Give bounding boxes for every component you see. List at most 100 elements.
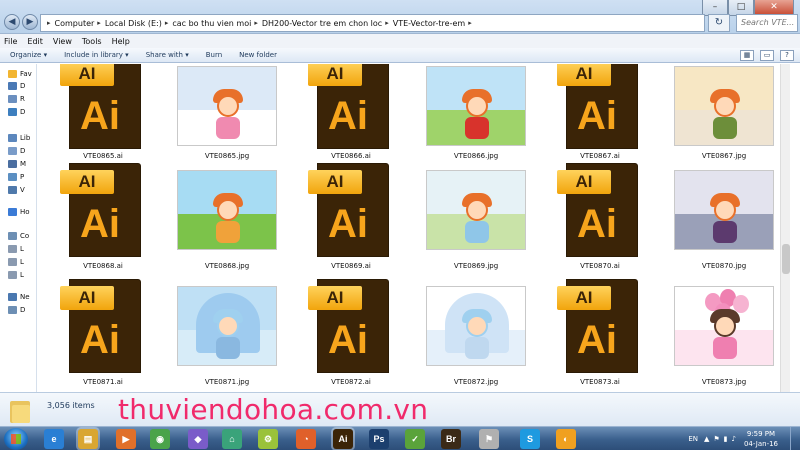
flag-icon[interactable]: ⚑	[713, 435, 719, 443]
jpg-file-item[interactable]: VTE0870.jpg	[669, 164, 779, 274]
media-player-icon[interactable]: ▶	[116, 429, 136, 449]
nav-item[interactable]: D	[8, 306, 25, 314]
nav-item[interactable]: Fav	[8, 70, 32, 78]
image-thumbnail	[177, 286, 277, 366]
jpg-file-item[interactable]: VTE0867.jpg	[669, 64, 779, 166]
illustrator-file-icon: AI Ai	[308, 164, 388, 256]
ie-icon[interactable]: e	[44, 429, 64, 449]
nav-item[interactable]: Co	[8, 232, 29, 240]
ai-logo-text: Ai	[577, 202, 617, 246]
jpg-file-item[interactable]: VTE0869.jpg	[421, 164, 531, 274]
drive-icon	[8, 271, 17, 279]
menu-edit[interactable]: Edit	[27, 37, 43, 46]
ai-file-item[interactable]: AI Ai VTE0870.ai	[545, 164, 655, 274]
firefox-icon[interactable]: ◔	[296, 429, 316, 449]
ai-file-item[interactable]: AI Ai VTE0869.ai	[296, 164, 406, 274]
nav-item-label: D	[20, 82, 26, 90]
help-icon[interactable]: ?	[780, 50, 794, 61]
chevron-right-icon[interactable]: ▸	[97, 19, 101, 27]
jpg-file-item[interactable]: VTE0873.jpg	[669, 280, 779, 390]
refresh-button[interactable]: ↻	[708, 14, 730, 32]
back-button[interactable]: ◀	[4, 14, 20, 30]
breadcrumb-drive[interactable]: Local Disk (E:)	[105, 19, 162, 28]
scrollbar-thumb[interactable]	[782, 244, 790, 274]
new-folder-button[interactable]: New folder	[239, 51, 277, 59]
app-icon-3[interactable]: ⚙	[258, 429, 278, 449]
tray-arrow-icon[interactable]: ▲	[704, 435, 709, 443]
nav-item[interactable]: M	[8, 160, 26, 168]
share-with-button[interactable]: Share with ▾	[146, 51, 189, 59]
ai-file-item[interactable]: AI Ai VTE0867.ai	[545, 64, 655, 166]
breadcrumb-computer[interactable]: Computer	[55, 19, 95, 28]
photoshop-icon[interactable]: Ps	[369, 429, 389, 449]
show-desktop-button[interactable]	[790, 427, 800, 450]
menu-view[interactable]: View	[53, 37, 72, 46]
nav-item[interactable]: L	[8, 258, 24, 266]
app-icon[interactable]: ◆	[188, 429, 208, 449]
search-input[interactable]: Search VTE...	[736, 14, 798, 32]
ai-logo-text: Ai	[80, 94, 120, 138]
breadcrumb-current[interactable]: VTE-Vector-tre-em	[393, 19, 465, 28]
menu-file[interactable]: File	[4, 37, 17, 46]
chevron-right-icon[interactable]: ▸	[165, 19, 169, 27]
nav-item[interactable]: L	[8, 245, 24, 253]
burn-button[interactable]: Burn	[206, 51, 222, 59]
ai-file-item[interactable]: AI Ai VTE0866.ai	[296, 64, 406, 166]
breadcrumb-folder-2[interactable]: DH200-Vector tre em chon loc	[262, 19, 382, 28]
nav-item[interactable]: D	[8, 82, 25, 90]
vertical-scrollbar[interactable]	[780, 64, 790, 392]
jpg-file-item[interactable]: VTE0866.jpg	[421, 64, 531, 166]
nav-item[interactable]: D	[8, 147, 25, 155]
language-indicator[interactable]: EN	[688, 435, 698, 443]
jpg-file-item[interactable]: VTE0865.jpg	[172, 64, 282, 166]
clock[interactable]: 9:59 PM 04-Jan-16	[744, 429, 778, 449]
breadcrumb-folder-1[interactable]: cac bo thu vien moi	[172, 19, 251, 28]
nav-item[interactable]: Ne	[8, 293, 30, 301]
nav-item[interactable]: R	[8, 95, 25, 103]
start-button[interactable]	[4, 428, 28, 450]
ai-tab-label: AI	[557, 64, 611, 86]
organize-button[interactable]: Organize ▾	[10, 51, 47, 59]
nav-item[interactable]: Lib	[8, 134, 30, 142]
preview-pane-icon[interactable]: ▭	[760, 50, 774, 61]
ai-file-item[interactable]: AI Ai VTE0873.ai	[545, 280, 655, 390]
jpg-file-item[interactable]: VTE0872.jpg	[421, 280, 531, 390]
nav-item[interactable]: D	[8, 108, 25, 116]
chevron-right-icon[interactable]: ▸	[385, 19, 389, 27]
menu-help[interactable]: Help	[112, 37, 130, 46]
star-icon	[8, 70, 17, 78]
chevron-right-icon[interactable]: ▸	[254, 19, 258, 27]
nav-item[interactable]: Ho	[8, 208, 30, 216]
illustrator-icon[interactable]: Ai	[333, 429, 353, 449]
ai-file-item[interactable]: AI Ai VTE0868.ai	[48, 164, 158, 274]
jpg-file-item[interactable]: VTE0871.jpg	[172, 280, 282, 390]
ai-file-item[interactable]: AI Ai VTE0865.ai	[48, 64, 158, 166]
chevron-right-icon[interactable]: ▸	[468, 19, 472, 27]
include-in-library-button[interactable]: Include in library ▾	[64, 51, 129, 59]
ai-file-item[interactable]: AI Ai VTE0872.ai	[296, 280, 406, 390]
app-icon-2[interactable]: ⌂	[222, 429, 242, 449]
volume-icon[interactable]: ♪	[732, 435, 736, 443]
app-icon-6[interactable]: ◐	[556, 429, 576, 449]
app-icon-5[interactable]: ⚑	[479, 429, 499, 449]
nav-item[interactable]: L	[8, 271, 24, 279]
ai-tab-label: AI	[557, 170, 611, 194]
file-name: VTE0870.ai	[580, 262, 620, 270]
bridge-icon[interactable]: Br	[441, 429, 461, 449]
ai-file-item[interactable]: AI Ai VTE0871.ai	[48, 280, 158, 390]
command-bar: Organize ▾ Include in library ▾ Share wi…	[0, 48, 800, 63]
menu-tools[interactable]: Tools	[82, 37, 102, 46]
explorer-icon[interactable]: ▤	[78, 429, 98, 449]
jpg-file-item[interactable]: VTE0868.jpg	[172, 164, 282, 274]
address-bar[interactable]: ▸ Computer ▸ Local Disk (E:) ▸ cac bo thu …	[40, 14, 705, 32]
view-options-icon[interactable]: ▦	[740, 50, 754, 61]
nav-item[interactable]: V	[8, 186, 25, 194]
network-icon[interactable]: ▮	[724, 435, 728, 443]
skype-icon[interactable]: S	[520, 429, 540, 449]
nav-item[interactable]: P	[8, 173, 24, 181]
ai-tab-label: AI	[60, 170, 114, 194]
app-icon-4[interactable]: ✓	[405, 429, 425, 449]
chrome-icon[interactable]: ◉	[150, 429, 170, 449]
navigation-pane: Fav D R D Lib D M P V Ho Co L L L Ne D	[0, 64, 37, 392]
forward-button[interactable]: ▶	[22, 14, 38, 30]
